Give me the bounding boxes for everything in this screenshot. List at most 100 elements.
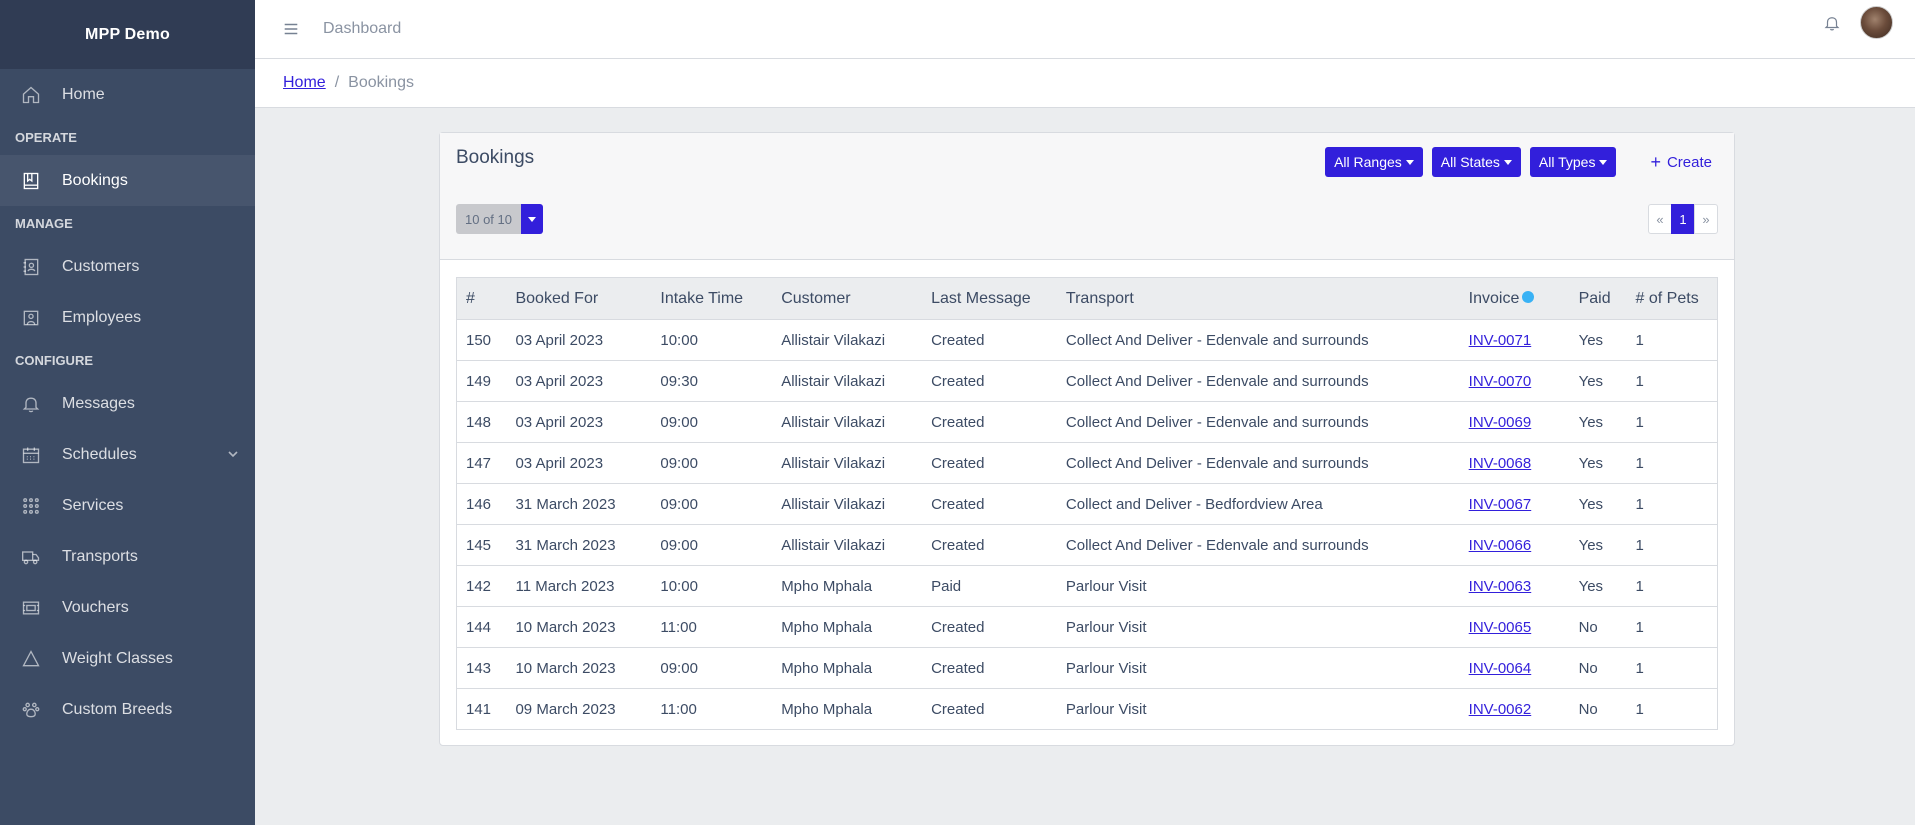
cell-paid: No — [1569, 606, 1627, 648]
cell-transport: Collect And Deliver - Edenvale and surro… — [1056, 360, 1460, 402]
cell-booked-for: 10 March 2023 — [506, 606, 652, 648]
cell-booked-for: 31 March 2023 — [506, 524, 652, 566]
cell-invoice: INV-0068 — [1459, 442, 1570, 484]
info-icon[interactable] — [1522, 291, 1535, 304]
cell-id: 150 — [456, 319, 507, 361]
table-row[interactable]: 148 03 April 2023 09:00 Allistair Vilakazi C… — [456, 401, 1718, 443]
filter-states-dropdown[interactable]: All States — [1431, 147, 1521, 177]
table-row[interactable]: 150 03 April 2023 10:00 Allistair Vilakazi C… — [456, 319, 1718, 361]
table-row[interactable]: 147 03 April 2023 09:00 Allistair Vilakazi C… — [456, 442, 1718, 484]
cell-pets: 1 — [1626, 688, 1718, 730]
sidebar-item-employees[interactable]: Employees — [0, 292, 255, 343]
cell-paid: No — [1569, 688, 1627, 730]
column-header-id[interactable]: # — [456, 277, 507, 320]
create-label: Create — [1666, 153, 1712, 171]
notification-bell-icon[interactable] — [1823, 14, 1843, 34]
header-nav-dashboard[interactable]: Dashboard — [323, 20, 401, 38]
bell-icon — [20, 393, 42, 415]
cell-id: 147 — [456, 442, 507, 484]
invoice-link[interactable]: INV-0065 — [1469, 619, 1532, 636]
invoice-link[interactable]: INV-0066 — [1469, 537, 1532, 554]
table-row[interactable]: 146 31 March 2023 09:00 Allistair Vilakazi C… — [456, 483, 1718, 525]
cell-invoice: INV-0070 — [1459, 360, 1570, 402]
table-row[interactable]: 143 10 March 2023 09:00 Mpho Mphala Created P… — [456, 647, 1718, 689]
sidebar-item-transports[interactable]: Transports — [0, 531, 255, 582]
column-header-customer[interactable]: Customer — [772, 277, 923, 320]
sidebar-item-label: Home — [62, 85, 105, 103]
column-header-pets[interactable]: # of Pets — [1626, 277, 1718, 320]
create-button[interactable]: + Create — [1640, 152, 1722, 173]
cell-id: 146 — [456, 483, 507, 525]
invoice-link[interactable]: INV-0068 — [1469, 455, 1532, 472]
invoice-header-label: Invoice — [1468, 289, 1520, 307]
nav-section-operate: OPERATE — [15, 130, 77, 145]
invoice-link[interactable]: INV-0071 — [1469, 332, 1532, 349]
table-row[interactable]: 145 31 March 2023 09:00 Allistair Vilakazi C… — [456, 524, 1718, 566]
brand-logo[interactable]: MPP Demo — [0, 0, 255, 69]
cell-invoice: INV-0071 — [1459, 319, 1570, 361]
invoice-link[interactable]: INV-0070 — [1469, 373, 1532, 390]
invoice-link[interactable]: INV-0069 — [1469, 414, 1532, 431]
cell-customer: Allistair Vilakazi — [772, 442, 923, 484]
cell-intake-time: 11:00 — [651, 688, 773, 730]
sidebar-item-services[interactable]: Services — [0, 480, 255, 531]
sidebar-item-schedules[interactable]: Schedules — [0, 429, 255, 480]
cell-intake-time: 11:00 — [651, 606, 773, 648]
sidebar-item-label: Employees — [62, 308, 142, 326]
sidebar-item-weight-classes[interactable]: Weight Classes — [0, 633, 255, 684]
cell-last-message: Created — [922, 688, 1057, 730]
invoice-link[interactable]: INV-0062 — [1469, 701, 1532, 718]
table-row[interactable]: 144 10 March 2023 11:00 Mpho Mphala Created P… — [456, 606, 1718, 648]
sidebar-item-messages[interactable]: Messages — [0, 378, 255, 429]
cell-id: 142 — [456, 565, 507, 607]
invoice-link[interactable]: INV-0064 — [1469, 660, 1532, 677]
pagination-prev[interactable]: « — [1648, 204, 1672, 234]
cell-pets: 1 — [1626, 483, 1718, 525]
column-header-transport[interactable]: Transport — [1056, 277, 1460, 320]
table-row[interactable]: 141 09 March 2023 11:00 Mpho Mphala Created P… — [456, 688, 1718, 730]
cell-customer: Mpho Mphala — [772, 565, 923, 607]
bookings-table: # Booked For Intake Time Customer Last M… — [456, 277, 1718, 730]
triangle-icon — [20, 648, 42, 670]
column-header-invoice[interactable]: Invoice — [1459, 277, 1570, 320]
column-header-intake-time[interactable]: Intake Time — [651, 277, 773, 320]
sidebar-item-bookings[interactable]: Bookings — [0, 155, 255, 206]
calendar-icon — [20, 444, 42, 466]
cell-customer: Allistair Vilakazi — [772, 360, 923, 402]
chevron-down-icon[interactable] — [227, 447, 239, 465]
breadcrumb-separator: / — [334, 74, 340, 91]
cell-intake-time: 09:00 — [651, 401, 773, 443]
menu-toggle-icon[interactable] — [281, 19, 301, 39]
sidebar-item-home[interactable]: Home — [0, 69, 255, 120]
cell-transport: Parlour Visit — [1056, 606, 1460, 648]
pagination-next[interactable]: » — [1694, 204, 1718, 234]
table-row[interactable]: 149 03 April 2023 09:30 Allistair Vilakazi C… — [456, 360, 1718, 402]
cell-pets: 1 — [1626, 565, 1718, 607]
breadcrumb-home-link[interactable]: Home — [283, 74, 326, 92]
cell-transport: Collect And Deliver - Edenvale and surro… — [1056, 442, 1460, 484]
table-row[interactable]: 142 11 March 2023 10:00 Mpho Mphala Paid Parl… — [456, 565, 1718, 607]
invoice-link[interactable]: INV-0063 — [1469, 578, 1532, 595]
cell-customer: Allistair Vilakazi — [772, 524, 923, 566]
cell-customer: Mpho Mphala — [772, 688, 923, 730]
cell-customer: Allistair Vilakazi — [772, 483, 923, 525]
cell-id: 145 — [456, 524, 507, 566]
pagination-page[interactable]: 1 — [1671, 204, 1695, 234]
column-header-last-message[interactable]: Last Message — [922, 277, 1057, 320]
cell-pets: 1 — [1626, 524, 1718, 566]
cell-transport: Parlour Visit — [1056, 647, 1460, 689]
filter-ranges-dropdown[interactable]: All Ranges — [1325, 147, 1423, 177]
column-header-booked-for[interactable]: Booked For — [506, 277, 652, 320]
user-avatar[interactable] — [1860, 6, 1893, 39]
column-header-paid[interactable]: Paid — [1569, 277, 1627, 320]
cell-paid: Yes — [1569, 401, 1627, 443]
filter-types-dropdown[interactable]: All Types — [1529, 147, 1617, 177]
paw-icon — [20, 699, 42, 721]
page-size-dropdown-toggle[interactable] — [521, 204, 543, 234]
invoice-link[interactable]: INV-0067 — [1469, 496, 1532, 513]
sidebar-item-custom-breeds[interactable]: Custom Breeds — [0, 684, 255, 735]
sidebar-item-vouchers[interactable]: Vouchers — [0, 582, 255, 633]
caret-down-icon — [1405, 159, 1414, 165]
cell-transport: Collect And Deliver - Edenvale and surro… — [1056, 401, 1460, 443]
sidebar-item-customers[interactable]: Customers — [0, 241, 255, 292]
